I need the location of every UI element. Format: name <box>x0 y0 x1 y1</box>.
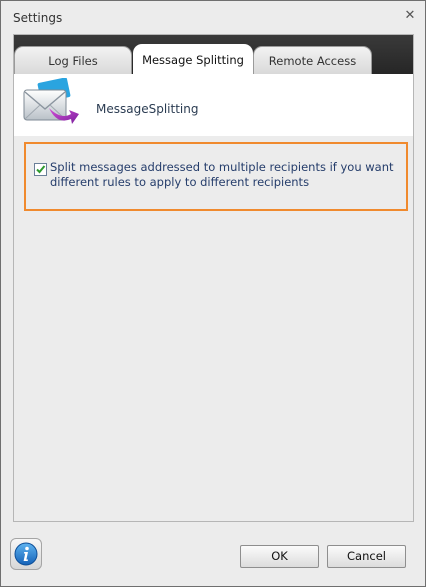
info-button[interactable] <box>10 538 42 570</box>
split-messages-label[interactable]: Split messages addressed to multiple rec… <box>50 160 402 190</box>
checkmark-icon <box>36 165 46 174</box>
tab-remote-access[interactable]: Remote Access <box>253 46 372 74</box>
tab-message-splitting[interactable]: Message Splitting <box>133 44 253 74</box>
title-bar: Settings ✕ <box>1 1 425 34</box>
tab-log-files[interactable]: Log Files <box>14 46 132 74</box>
tab-strip: Log Files Message Splitting Remote Acces… <box>14 35 413 74</box>
section-header: MessageSplitting <box>14 74 413 136</box>
cancel-button[interactable]: Cancel <box>327 545 406 568</box>
option-highlight-box: Split messages addressed to multiple rec… <box>24 142 408 211</box>
section-title: MessageSplitting <box>96 102 199 116</box>
ok-button[interactable]: OK <box>240 545 319 568</box>
close-icon[interactable]: ✕ <box>403 8 417 24</box>
settings-panel: Log Files Message Splitting Remote Acces… <box>13 34 414 522</box>
settings-window: Settings ✕ Log Files Message Splitting R… <box>0 0 426 587</box>
info-icon <box>14 542 38 566</box>
window-title: Settings <box>13 11 63 25</box>
envelope-arrow-icon <box>23 78 79 124</box>
split-messages-checkbox[interactable] <box>34 163 47 176</box>
